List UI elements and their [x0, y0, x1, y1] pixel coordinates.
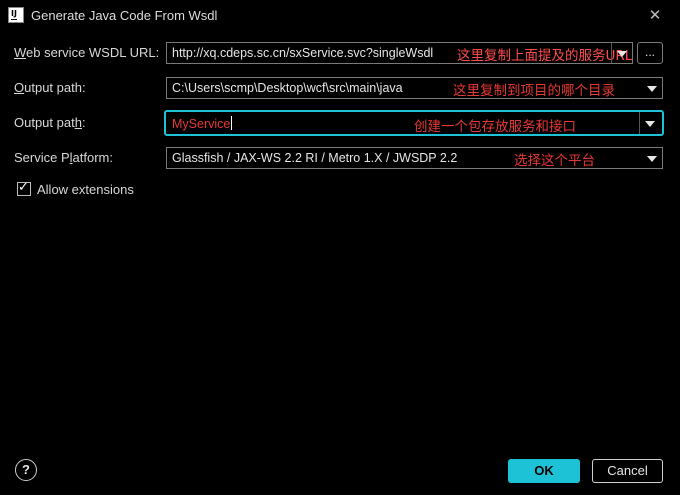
cancel-button[interactable]: Cancel	[592, 459, 663, 483]
ok-button[interactable]: OK	[508, 459, 580, 483]
service-platform-value: Glassfish / JAX-WS 2.2 RI / Metro 1.X / …	[172, 151, 458, 165]
package-name-combobox[interactable]: MyService 创建一个包存放服务和接口	[164, 110, 664, 136]
close-icon[interactable]: ✕	[644, 4, 666, 26]
package-name-annotation: 创建一个包存放服务和接口	[414, 119, 576, 135]
output-path-label: Output path:	[14, 80, 86, 95]
window-title: Generate Java Code From Wsdl	[31, 8, 218, 23]
help-icon[interactable]: ?	[15, 459, 37, 481]
package-name-input[interactable]: MyService	[172, 116, 233, 131]
wsdl-url-combobox[interactable]: http://xq.cdeps.sc.cn/sxService.svc?sing…	[166, 42, 633, 64]
chevron-down-icon[interactable]	[640, 113, 662, 135]
text-cursor	[231, 116, 233, 130]
title-bar: IJ Generate Java Code From Wsdl ✕	[0, 0, 680, 32]
allow-extensions-checkbox[interactable]	[17, 180, 31, 196]
output-path-value: C:\Users\scmp\Desktop\wcf\src\main\java	[172, 81, 403, 95]
service-platform-select[interactable]: Glassfish / JAX-WS 2.2 RI / Metro 1.X / …	[166, 147, 663, 169]
wsdl-url-label: Web service WSDL URL:	[14, 45, 160, 60]
allow-extensions-label[interactable]: Allow extensions	[37, 182, 134, 197]
chevron-down-icon[interactable]	[642, 78, 662, 98]
package-path-label: Output path:	[14, 115, 86, 130]
output-path-annotation: 这里复制到项目的哪个目录	[453, 83, 615, 99]
chevron-down-icon[interactable]	[612, 43, 632, 63]
intellij-app-icon: IJ	[8, 7, 24, 23]
chevron-down-icon[interactable]	[642, 148, 662, 168]
service-platform-label: Service Platform:	[14, 150, 113, 165]
output-path-combobox[interactable]: C:\Users\scmp\Desktop\wcf\src\main\java …	[166, 77, 663, 99]
wsdl-url-value: http://xq.cdeps.sc.cn/sxService.svc?sing…	[172, 46, 434, 60]
wsdl-url-annotation: 这里复制上面提及的服务URL	[457, 48, 633, 64]
service-platform-annotation: 选择这个平台	[514, 153, 595, 169]
browse-button[interactable]: ...	[637, 42, 663, 64]
